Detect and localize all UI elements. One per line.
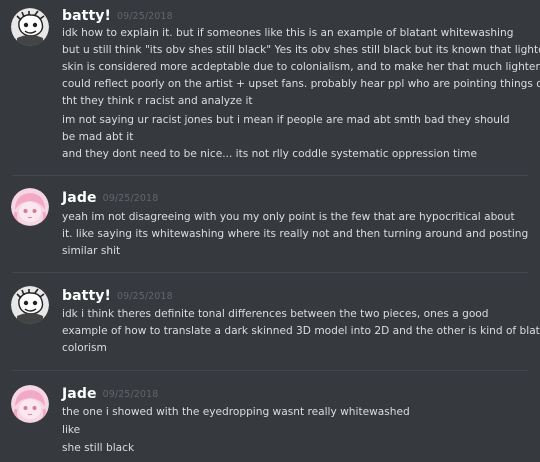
message-divider: [12, 272, 528, 273]
username[interactable]: Jade: [62, 386, 97, 402]
batty-avatar-icon[interactable]: [11, 8, 49, 46]
chat-messages: batty! 09/25/2018 idk how to explain it. …: [0, 0, 540, 462]
message-line: and they dont need to be nice... its not…: [62, 148, 477, 160]
message-line: be mad abt it: [62, 131, 134, 143]
jade-avatar-icon[interactable]: [11, 385, 49, 423]
message-divider: [12, 175, 528, 176]
message-line: idk i think theres definite tonal differ…: [62, 308, 489, 320]
message-header: batty! 09/25/2018: [62, 8, 173, 24]
message-header: Jade 09/25/2018: [62, 386, 158, 402]
timestamp: 09/25/2018: [116, 11, 173, 22]
batty-avatar-icon[interactable]: [11, 286, 49, 324]
username[interactable]: Jade: [62, 190, 97, 206]
message-line: idk how to explain it. but if someones l…: [62, 27, 514, 39]
message-group-batty-1: batty! 09/25/2018 idk how to explain it. …: [0, 0, 540, 170]
message-line: skin is considered more acdeptable due t…: [62, 61, 540, 73]
message-line: similar shit: [62, 245, 121, 257]
message-line: im not saying ur racist jones but i mean…: [62, 114, 510, 126]
message-group-jade-2: Jade 09/25/2018 the one i showed with the…: [0, 378, 540, 462]
username[interactable]: batty!: [62, 288, 111, 304]
timestamp: 09/25/2018: [102, 193, 159, 204]
message-line: but u still think "its obv shes still bl…: [62, 44, 540, 56]
message-group-batty-2: batty! 09/25/2018 idk i think theres defi…: [0, 280, 540, 360]
message-line: colorism: [62, 342, 107, 354]
message-line: could reflect poorly on the artist + ups…: [62, 78, 540, 90]
jade-avatar-icon[interactable]: [11, 188, 49, 226]
message-header: Jade 09/25/2018: [62, 190, 158, 206]
message-line: the one i showed with the eyedropping wa…: [62, 406, 410, 418]
message-line: example of how to translate a dark skinn…: [62, 325, 540, 337]
message-group-jade-1: Jade 09/25/2018 yeah im not disagreeing w…: [0, 182, 540, 262]
message-header: batty! 09/25/2018: [62, 288, 173, 304]
message-line: she still black: [62, 442, 135, 454]
message-divider: [12, 370, 528, 371]
message-line: yeah im not disagreeing with you my only…: [62, 211, 515, 223]
timestamp: 09/25/2018: [116, 291, 173, 302]
timestamp: 09/25/2018: [102, 389, 159, 400]
message-line: tht they think r racist and analyze it: [62, 95, 253, 107]
username[interactable]: batty!: [62, 8, 111, 24]
message-line: it. like saying its whitewashing where i…: [62, 228, 529, 240]
message-line: like: [62, 424, 81, 436]
